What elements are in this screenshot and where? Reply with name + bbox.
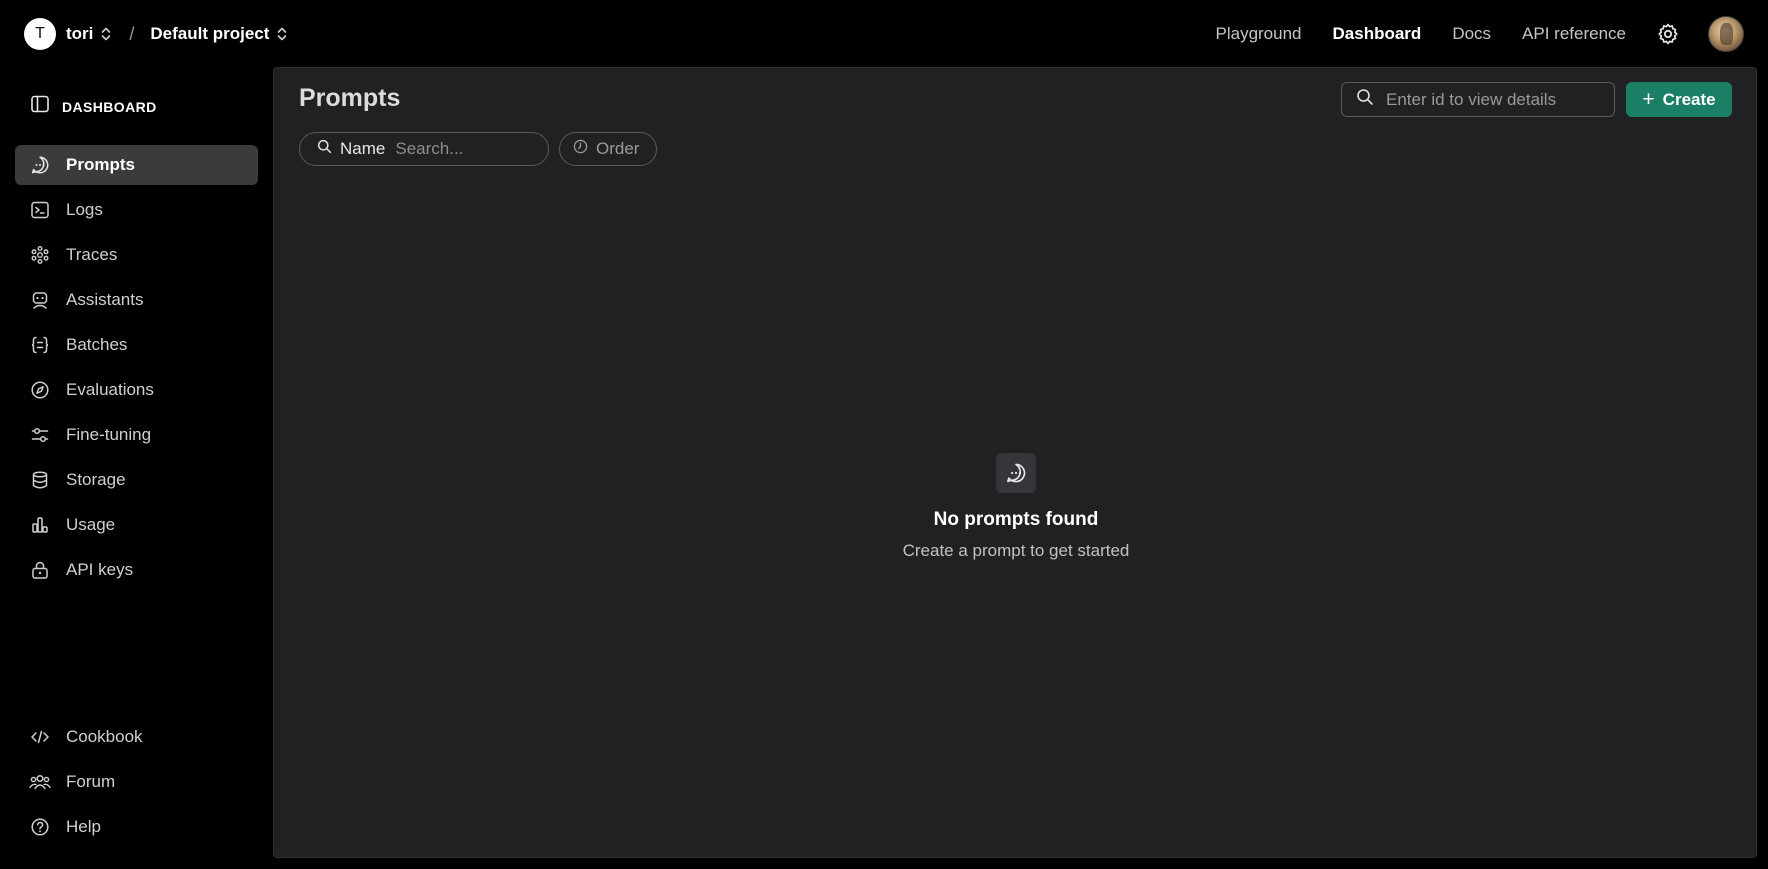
id-search-input[interactable] [1386,89,1606,110]
robot-icon [29,289,51,311]
chat-bubble-icon [29,154,51,176]
project-name[interactable]: Default project [150,24,269,44]
sidebar-toggle-icon[interactable] [30,94,50,119]
database-icon [29,469,51,491]
braces-icon [29,334,51,356]
sidebar-item-fine-tuning[interactable]: Fine-tuning [15,415,258,455]
name-filter[interactable]: Name [299,132,549,166]
top-bar: T tori / Default project Playground Dash… [0,0,1768,68]
sidebar-item-label: Forum [66,772,116,791]
name-search-input[interactable] [395,139,536,159]
sidebar-item-assistants[interactable]: Assistants [15,280,258,320]
create-button[interactable]: + Create [1626,82,1732,117]
help-icon [29,816,51,838]
sidebar-item-api-keys[interactable]: API keys [15,550,258,590]
terminal-icon [29,199,51,221]
sidebar-bottom-nav: Cookbook Forum Help [15,717,258,852]
sidebar-item-label: Evaluations [66,380,154,399]
sidebar-item-batches[interactable]: Batches [15,325,258,365]
create-button-label: Create [1662,89,1716,109]
nav-api-reference[interactable]: API reference [1522,24,1626,44]
sidebar-item-storage[interactable]: Storage [15,460,258,500]
sidebar-item-prompts[interactable]: Prompts [15,145,258,185]
sidebar-item-label: Prompts [66,155,135,174]
lock-icon [29,559,51,581]
empty-state-subtitle: Create a prompt to get started [902,541,1130,560]
sidebar-item-label: Storage [66,470,126,489]
bar-chart-icon [29,514,51,536]
org-avatar[interactable]: T [24,18,56,50]
gear-icon[interactable] [1656,22,1680,46]
sidebar-item-label: Fine-tuning [66,425,152,444]
id-search-box[interactable] [1341,82,1615,117]
code-icon [29,726,51,748]
main-panel: Prompts + Create Name Order No prompts f… [273,67,1757,858]
sidebar-item-usage[interactable]: Usage [15,505,258,545]
sidebar-item-label: Assistants [66,290,144,309]
sidebar-item-traces[interactable]: Traces [15,235,258,275]
sidebar-item-cookbook[interactable]: Cookbook [15,717,258,757]
sidebar-item-label: Logs [66,200,103,219]
breadcrumb-separator: / [129,23,135,44]
empty-state: No prompts found Create a prompt to get … [274,453,1758,561]
traces-icon [29,244,51,266]
sidebar-item-label: API keys [66,560,134,579]
order-button[interactable]: Order [559,132,657,166]
project-switcher-icon[interactable] [277,26,287,42]
plus-icon: + [1642,87,1655,111]
people-icon [29,771,51,793]
sidebar-item-label: Cookbook [66,727,143,746]
sidebar-item-label: Traces [66,245,118,264]
sidebar-item-label: Batches [66,335,128,354]
clock-icon [573,139,588,159]
compass-icon [29,379,51,401]
top-nav: Playground Dashboard Docs API reference [1185,16,1744,52]
order-button-label: Order [596,139,640,158]
sidebar-item-label: Help [66,817,101,836]
org-switcher-icon[interactable] [101,26,111,42]
sliders-icon [29,424,51,446]
sidebar-item-label: Usage [66,515,116,534]
page-title: Prompts [299,84,401,112]
sidebar-item-logs[interactable]: Logs [15,190,258,230]
search-icon [1356,88,1374,111]
nav-docs[interactable]: Docs [1452,24,1491,44]
empty-state-title: No prompts found [933,509,1099,530]
sidebar-nav: Prompts Logs Traces Assistants Batches E… [15,145,258,595]
search-icon [317,139,332,159]
sidebar-title: DASHBOARD [62,98,157,115]
sidebar-item-forum[interactable]: Forum [15,762,258,802]
nav-playground[interactable]: Playground [1216,24,1302,44]
sidebar-item-help[interactable]: Help [15,807,258,847]
name-filter-label: Name [340,139,386,158]
user-avatar[interactable] [1708,16,1744,52]
sidebar-item-evaluations[interactable]: Evaluations [15,370,258,410]
sidebar: DASHBOARD Prompts Logs Traces Assistants [0,68,272,869]
org-name[interactable]: tori [66,24,93,44]
nav-dashboard[interactable]: Dashboard [1333,24,1422,44]
chat-bubble-icon [996,453,1036,493]
sidebar-header: DASHBOARD [30,94,157,119]
